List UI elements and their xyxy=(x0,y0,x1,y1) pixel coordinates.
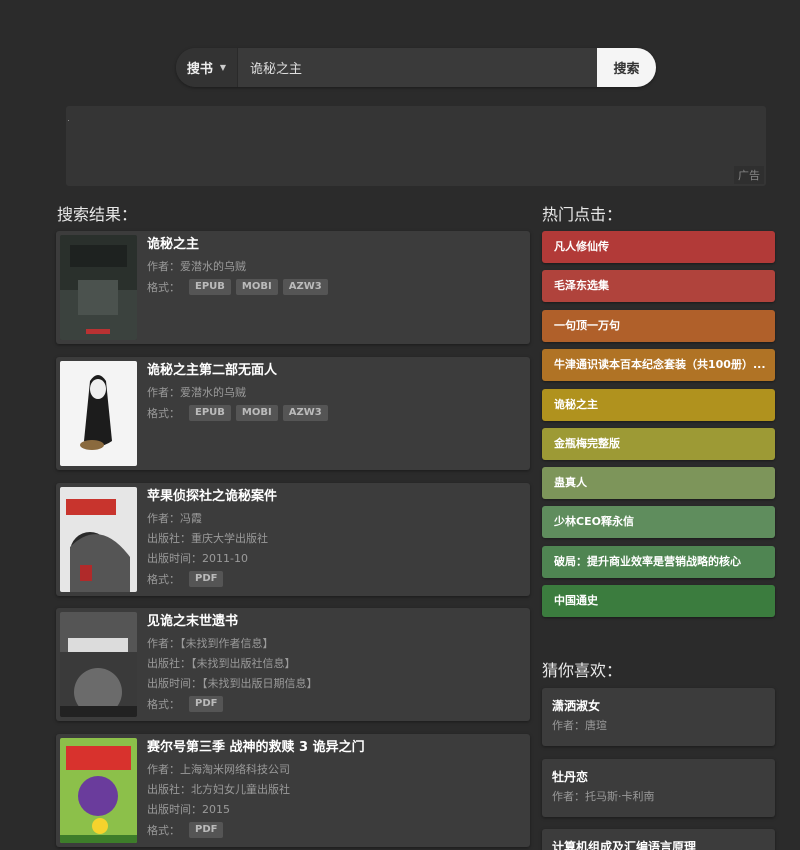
hot-item[interactable]: 牛津通识读本百本纪念套装（共100册）... xyxy=(542,349,775,381)
format-tag[interactable]: MOBI xyxy=(235,279,278,295)
format-tag[interactable]: MOBI xyxy=(235,405,278,421)
guess-book-title[interactable]: 计算机组成及汇编语言原理 xyxy=(552,839,765,850)
result-formats: 格式： PDF xyxy=(147,569,522,589)
caret-down-icon: ▼ xyxy=(219,63,227,72)
format-tag[interactable]: EPUB xyxy=(189,279,231,295)
cover-image-4 xyxy=(60,612,137,717)
hot-item[interactable]: 蛊真人 xyxy=(542,467,775,499)
search-input[interactable] xyxy=(238,48,597,87)
result-title[interactable]: 诡秘之主第二部无面人 xyxy=(147,363,522,379)
result-author: 作者：【未找到作者信息】 xyxy=(147,637,274,650)
cover-image-5 xyxy=(60,738,137,843)
ad-banner[interactable]: 广告 xyxy=(66,106,766,186)
result-card[interactable]: 苹果侦探社之诡秘案件 作者：冯霞 出版社：重庆大学出版社 出版时间：2011-1… xyxy=(56,483,530,596)
guess-book-author: 作者：托马斯·卡利南 xyxy=(552,790,655,803)
hot-item[interactable]: 少林CEO释永信 xyxy=(542,506,775,538)
format-tag[interactable]: AZW3 xyxy=(282,279,328,295)
result-card[interactable]: 诡秘之主第二部无面人 作者：爱潜水的乌贼 格式： EPUB MOBI AZW3 xyxy=(56,357,530,470)
format-tag[interactable]: EPUB xyxy=(189,405,231,421)
format-tag[interactable]: PDF xyxy=(189,822,224,838)
result-author: 作者：爱潜水的乌贼 xyxy=(147,260,246,273)
book-cover[interactable] xyxy=(60,361,137,466)
results-title: 搜索结果： xyxy=(57,205,138,224)
book-cover[interactable] xyxy=(60,235,137,340)
hot-item[interactable]: 破局：提升商业效率是营销战略的核心 xyxy=(542,546,775,578)
result-title[interactable]: 苹果侦探社之诡秘案件 xyxy=(147,489,522,505)
guess-book-title[interactable]: 潇洒淑女 xyxy=(552,698,765,714)
book-cover[interactable] xyxy=(60,487,137,592)
search-button[interactable]: 搜索 xyxy=(597,48,656,87)
result-publisher: 出版社：【未找到出版社信息】 xyxy=(147,657,296,670)
guess-title: 猜你喜欢： xyxy=(542,661,623,680)
result-card[interactable]: 诡秘之主 作者：爱潜水的乌贼 格式： EPUB MOBI AZW3 xyxy=(56,231,530,344)
result-formats: 格式： EPUB MOBI AZW3 xyxy=(147,403,522,423)
result-publisher: 出版社：北方妇女儿童出版社 xyxy=(147,783,290,796)
hot-item[interactable]: 中国通史 xyxy=(542,585,775,617)
hot-item[interactable]: 金瓶梅完整版 xyxy=(542,428,775,460)
result-author: 作者：爱潜水的乌贼 xyxy=(147,386,246,399)
format-tag[interactable]: PDF xyxy=(189,571,224,587)
result-pubdate: 出版时间：【未找到出版日期信息】 xyxy=(147,677,318,690)
result-formats: 格式： PDF xyxy=(147,694,522,714)
guess-book-title[interactable]: 牡丹恋 xyxy=(552,769,765,785)
search-bar: 搜书 ▼ 搜索 xyxy=(176,48,656,87)
guess-card[interactable]: 牡丹恋 作者：托马斯·卡利南 xyxy=(542,759,775,817)
result-pubdate: 出版时间：2011-10 xyxy=(147,552,248,565)
hot-item[interactable]: 凡人修仙传 xyxy=(542,231,775,263)
cover-image-1 xyxy=(60,235,137,340)
hot-item[interactable]: 毛泽东选集 xyxy=(542,270,775,302)
hot-title: 热门点击： xyxy=(542,205,623,224)
hot-item[interactable]: 诡秘之主 xyxy=(542,389,775,421)
result-card[interactable]: 赛尔号第三季 战神的救赎 3 诡异之门 作者：上海淘米网络科技公司 出版社：北方… xyxy=(56,734,530,847)
result-formats: 格式： EPUB MOBI AZW3 xyxy=(147,277,522,297)
result-card[interactable]: 见诡之末世遗书 作者：【未找到作者信息】 出版社：【未找到出版社信息】 出版时间… xyxy=(56,608,530,721)
result-publisher: 出版社：重庆大学出版社 xyxy=(147,532,268,545)
result-pubdate: 出版时间：2015 xyxy=(147,803,230,816)
result-title[interactable]: 赛尔号第三季 战神的救赎 3 诡异之门 xyxy=(147,740,522,756)
hot-item[interactable]: 一句顶一万句 xyxy=(542,310,775,342)
ad-label: 广告 xyxy=(734,166,764,184)
cover-image-3 xyxy=(60,487,137,592)
cover-image-2 xyxy=(60,361,137,466)
result-formats: 格式： PDF xyxy=(147,820,522,840)
guess-card[interactable]: 计算机组成及汇编语言原理 xyxy=(542,829,775,850)
guess-card[interactable]: 潇洒淑女 作者：唐瑄 xyxy=(542,688,775,746)
result-author: 作者：冯霞 xyxy=(147,512,202,525)
search-type-label: 搜书 xyxy=(186,62,213,77)
book-cover[interactable] xyxy=(60,738,137,843)
search-type-dropdown[interactable]: 搜书 ▼ xyxy=(176,48,238,87)
format-tag[interactable]: AZW3 xyxy=(282,405,328,421)
format-tag[interactable]: PDF xyxy=(189,696,224,712)
ad-marker xyxy=(68,120,69,121)
guess-book-author: 作者：唐瑄 xyxy=(552,719,607,732)
result-title[interactable]: 见诡之末世遗书 xyxy=(147,614,522,630)
result-title[interactable]: 诡秘之主 xyxy=(147,237,522,253)
result-author: 作者：上海淘米网络科技公司 xyxy=(147,763,290,776)
book-cover[interactable] xyxy=(60,612,137,717)
